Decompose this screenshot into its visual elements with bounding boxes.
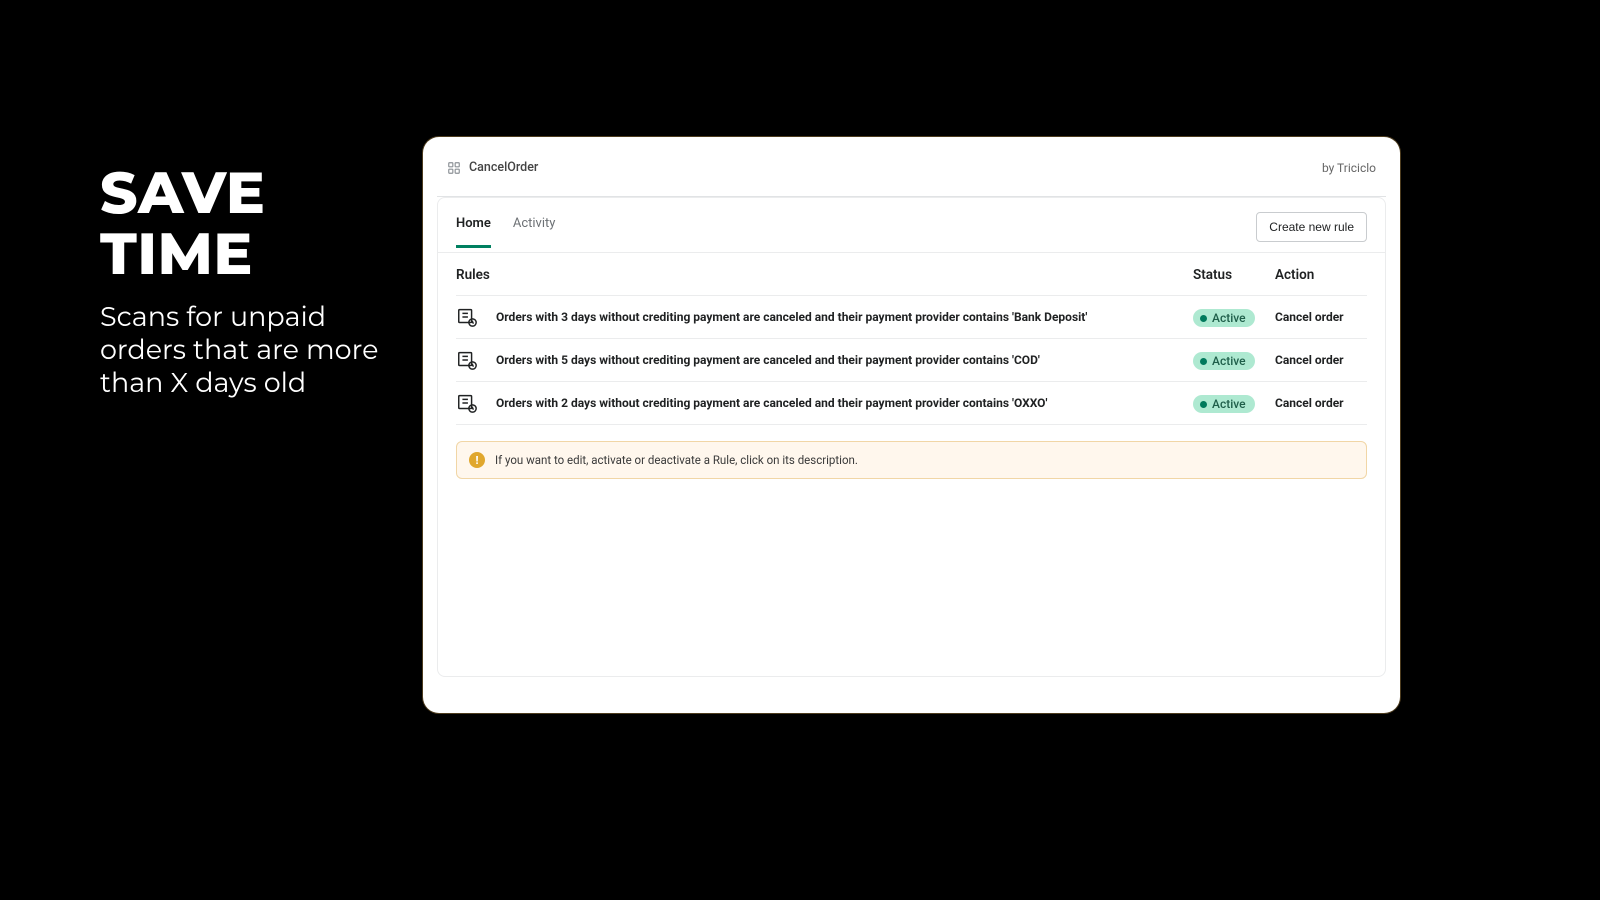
rule-icon (456, 349, 478, 371)
tabs: Home Activity (456, 216, 555, 248)
col-rules: Rules (456, 267, 1193, 283)
col-status: Status (1193, 267, 1275, 283)
create-new-rule-button[interactable]: Create new rule (1256, 212, 1367, 242)
table-row: Orders with 5 days without crediting pay… (456, 339, 1367, 382)
info-text: If you want to edit, activate or deactiv… (495, 453, 858, 467)
rule-description[interactable]: Orders with 5 days without crediting pay… (496, 353, 1193, 367)
col-action: Action (1275, 267, 1367, 283)
app-byline: by Triciclo (1322, 161, 1376, 175)
warning-icon: ! (469, 452, 485, 468)
status-text: Active (1212, 311, 1246, 325)
rule-status: Active (1193, 350, 1275, 371)
status-dot-icon (1200, 358, 1207, 365)
tab-home[interactable]: Home (456, 216, 491, 248)
status-text: Active (1212, 354, 1246, 368)
rule-icon (456, 392, 478, 414)
rule-action: Cancel order (1275, 310, 1367, 324)
app-title: CancelOrder (469, 160, 538, 175)
rule-action: Cancel order (1275, 353, 1367, 367)
content-card: Home Activity Create new rule Rules Stat… (437, 197, 1386, 677)
table-row: Orders with 3 days without crediting pay… (456, 296, 1367, 339)
topbar: CancelOrder by Triciclo (437, 151, 1386, 197)
topbar-left: CancelOrder (447, 160, 538, 175)
tab-activity[interactable]: Activity (513, 216, 556, 248)
app-window: CancelOrder by Triciclo Home Activity Cr… (423, 137, 1400, 713)
status-dot-icon (1200, 401, 1207, 408)
promo-headline: SAVE TIME (100, 163, 380, 285)
rule-status: Active (1193, 393, 1275, 414)
rule-description[interactable]: Orders with 2 days without crediting pay… (496, 396, 1193, 410)
status-badge: Active (1193, 395, 1255, 413)
status-text: Active (1212, 397, 1246, 411)
rules-table: Rules Status Action Orders with 3 days w… (438, 253, 1385, 425)
table-row: Orders with 2 days without crediting pay… (456, 382, 1367, 425)
status-badge: Active (1193, 309, 1255, 327)
rule-action: Cancel order (1275, 396, 1367, 410)
rule-icon (456, 306, 478, 328)
tabs-row: Home Activity Create new rule (438, 198, 1385, 253)
status-dot-icon (1200, 315, 1207, 322)
app-puzzle-icon (447, 161, 461, 175)
rule-description[interactable]: Orders with 3 days without crediting pay… (496, 310, 1193, 324)
promo-subheadline: Scans for unpaid orders that are more th… (100, 301, 380, 400)
table-header: Rules Status Action (456, 253, 1367, 296)
rule-status: Active (1193, 307, 1275, 328)
status-badge: Active (1193, 352, 1255, 370)
info-banner: ! If you want to edit, activate or deact… (456, 441, 1367, 479)
promo-panel: SAVE TIME Scans for unpaid orders that a… (100, 163, 380, 400)
